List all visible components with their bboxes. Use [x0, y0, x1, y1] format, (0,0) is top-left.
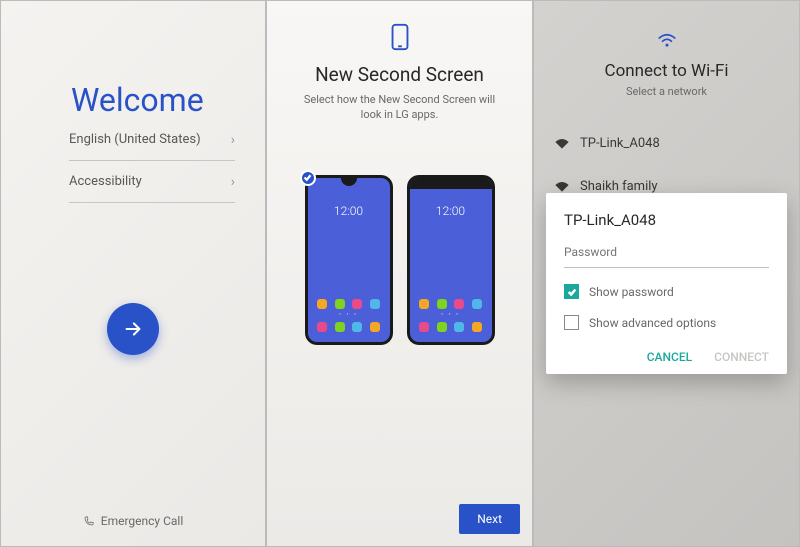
- dock-row-1: [314, 299, 384, 309]
- emergency-call-link[interactable]: Emergency Call: [1, 514, 265, 528]
- app-icon: [454, 299, 464, 309]
- dock-row-2: [314, 322, 384, 332]
- wifi-signal-icon: [554, 138, 570, 150]
- continue-button[interactable]: [107, 303, 159, 355]
- second-screen-title: New Second Screen: [267, 63, 532, 86]
- app-icon: [317, 299, 327, 309]
- wifi-password-dialog: TP-Link_A048 Show password Show advanced…: [546, 193, 787, 374]
- dock-row-1b: [416, 299, 486, 309]
- dialog-ssid: TP-Link_A048: [564, 211, 769, 229]
- app-icon: [454, 322, 464, 332]
- wifi-screen: Connect to Wi-Fi Select a network TP-Lin…: [533, 0, 800, 547]
- second-screen-setup: New Second Screen Select how the New Sec…: [266, 0, 533, 547]
- phone-clock: 12:00: [410, 204, 492, 218]
- wifi-subtitle: Select a network: [534, 85, 799, 98]
- app-icon: [317, 322, 327, 332]
- show-advanced-checkbox[interactable]: [564, 315, 579, 330]
- language-label: English (United States): [69, 132, 201, 147]
- app-icon: [370, 322, 380, 332]
- language-row[interactable]: English (United States) ›: [69, 119, 235, 161]
- password-input[interactable]: [564, 239, 769, 268]
- notch-style-option[interactable]: 12:00 • • •: [305, 175, 393, 345]
- app-icon: [437, 322, 447, 332]
- accessibility-label: Accessibility: [69, 174, 142, 189]
- show-password-checkbox[interactable]: [564, 284, 579, 299]
- app-icon: [472, 322, 482, 332]
- app-icon: [335, 299, 345, 309]
- notch-icon: [341, 178, 357, 186]
- second-screen-subtitle: Select how the New Second Screen will lo…: [267, 92, 532, 123]
- bar-style-option[interactable]: 12:00 • • •: [407, 175, 495, 345]
- phone-clock: 12:00: [308, 204, 390, 218]
- wifi-title: Connect to Wi-Fi: [534, 61, 799, 81]
- network-item-0[interactable]: TP-Link_A048: [534, 122, 799, 165]
- app-icon: [352, 322, 362, 332]
- screen-style-options: 12:00 • • • 12:00 • • •: [267, 175, 532, 345]
- wifi-icon: [657, 33, 677, 49]
- app-icon: [370, 299, 380, 309]
- selected-check-icon: [300, 170, 316, 186]
- app-icon: [335, 322, 345, 332]
- phone-icon: [83, 515, 95, 527]
- cancel-button[interactable]: CANCEL: [647, 350, 692, 364]
- phone-outline-icon: [390, 23, 410, 55]
- app-icon: [437, 299, 447, 309]
- show-advanced-row[interactable]: Show advanced options: [564, 315, 769, 330]
- welcome-screen: Welcome English (United States) › Access…: [0, 0, 266, 547]
- bar-icon: [410, 178, 492, 189]
- app-icon: [472, 299, 482, 309]
- dock-row-2b: [416, 322, 486, 332]
- next-button[interactable]: Next: [459, 504, 520, 534]
- app-icon: [419, 322, 429, 332]
- wifi-signal-icon: [554, 181, 570, 193]
- connect-button[interactable]: CONNECT: [714, 350, 769, 364]
- show-password-row[interactable]: Show password: [564, 284, 769, 299]
- app-icon: [352, 299, 362, 309]
- chevron-right-icon: ›: [231, 132, 235, 148]
- app-icon: [419, 299, 429, 309]
- chevron-right-icon: ›: [231, 174, 235, 190]
- welcome-title: Welcome: [71, 81, 265, 119]
- accessibility-row[interactable]: Accessibility ›: [69, 161, 235, 203]
- arrow-right-icon: [122, 318, 144, 340]
